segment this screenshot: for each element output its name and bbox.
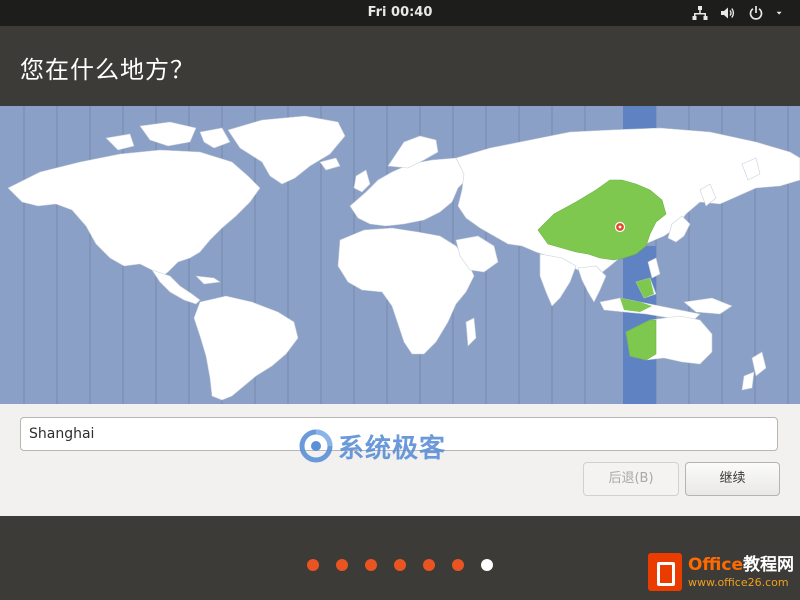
office-logo-icon <box>647 553 682 591</box>
back-button[interactable]: 后退(B) <box>583 462 679 496</box>
progress-dot-current <box>481 559 493 571</box>
location-panel: Shanghai 后退(B) 继续 <box>0 404 800 516</box>
world-map[interactable] <box>0 106 800 404</box>
clock[interactable]: Fri 00:40 <box>0 0 800 26</box>
system-tray <box>692 0 786 26</box>
location-input[interactable]: Shanghai <box>20 417 778 451</box>
installer-footer: Office教程网 www.office26.com <box>0 516 800 600</box>
progress-dot <box>423 559 435 571</box>
progress-dot <box>394 559 406 571</box>
top-panel: Fri 00:40 <box>0 0 800 26</box>
city-marker[interactable] <box>614 221 626 233</box>
power-icon[interactable] <box>748 5 764 21</box>
office-badge: Office教程网 www.office26.com <box>647 552 794 592</box>
progress-dot <box>365 559 377 571</box>
page-title: 您在什么地方？ <box>20 56 195 84</box>
network-icon[interactable] <box>692 5 708 21</box>
office-brand-prefix: Office <box>687 554 743 575</box>
office-url: www.office26.com <box>687 575 789 589</box>
volume-icon[interactable] <box>720 5 736 21</box>
progress-dot <box>307 559 319 571</box>
office-brand: Office教程网 <box>687 554 794 575</box>
office-brand-suffix: 教程网 <box>743 554 794 575</box>
progress-dot <box>452 559 464 571</box>
menu-arrow-icon[interactable] <box>776 5 786 21</box>
progress-dot <box>336 559 348 571</box>
continue-button[interactable]: 继续 <box>685 462 780 496</box>
progress-dots <box>307 559 493 571</box>
installer-header: 您在什么地方？ <box>0 26 800 106</box>
timezone-map[interactable] <box>0 106 800 404</box>
